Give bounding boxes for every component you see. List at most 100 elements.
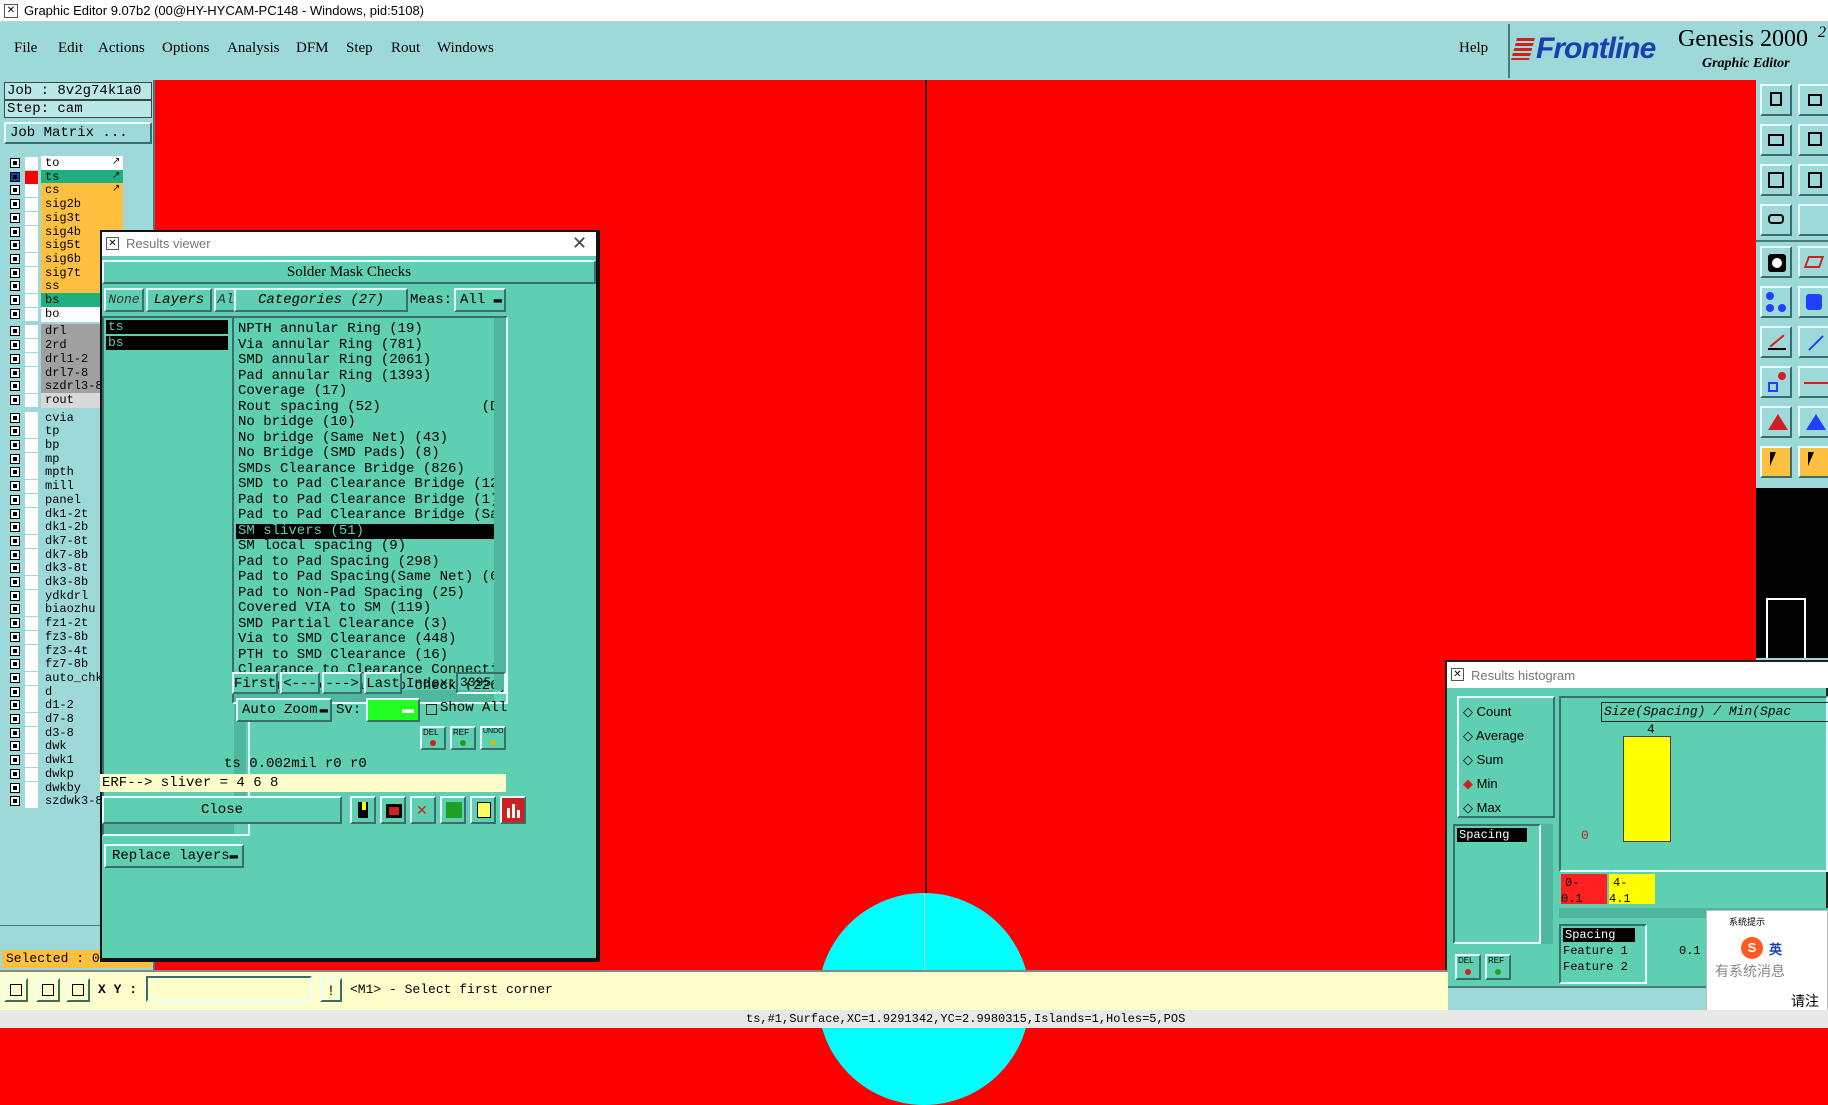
last-button[interactable]: Last [364,672,402,694]
layer-checkbox[interactable] [10,267,20,278]
zoom-home-icon[interactable] [1798,164,1828,196]
layer-checkbox[interactable] [10,631,20,642]
mode-count-radio[interactable]: ◇ Count [1463,704,1511,720]
mode-sum-radio[interactable]: ◇ Sum [1463,752,1503,768]
layer-checkbox[interactable] [10,381,20,392]
menu-actions[interactable]: Actions [98,40,145,57]
layer-checkbox[interactable] [10,394,20,405]
layers-button[interactable]: Layers [146,288,212,312]
layer-checkbox[interactable] [10,755,20,766]
feature-list-item[interactable]: Feature 2 [1563,960,1628,974]
layer-checkbox[interactable] [10,326,20,337]
layer-checkbox[interactable] [10,158,20,168]
menu-step[interactable]: Step [346,40,373,57]
pointer-alt-icon[interactable] [1798,446,1828,478]
layer-checkbox[interactable] [10,185,20,196]
layer-checkbox[interactable] [10,741,20,752]
index-input[interactable]: 3395 [456,672,506,694]
layer-list-item[interactable]: bs [106,336,228,350]
mode-min-radio[interactable]: ◆ Min [1463,776,1498,792]
ref-button[interactable]: REF [450,726,476,750]
category-item[interactable]: SMD annular Ring (2061) [236,352,494,369]
histogram-bin-0[interactable]: 0- 0.1 [1561,874,1607,906]
layer-checkbox[interactable] [10,253,20,264]
net-icon[interactable] [1760,286,1792,318]
layer-checkbox[interactable] [10,481,20,492]
prev-button[interactable]: <--- [280,672,320,694]
dash-icon[interactable] [1798,366,1828,398]
menu-windows[interactable]: Windows [437,40,494,57]
tool-green-icon[interactable] [440,796,466,824]
layer-checkbox[interactable] [10,467,20,478]
export-icon[interactable] [1760,84,1792,116]
tool-select-icon[interactable] [4,978,28,1002]
layer-checkbox[interactable] [10,577,20,587]
sv-color-select[interactable]: ▬ [366,698,420,722]
layer-checkbox[interactable] [10,440,20,450]
layer-checkbox[interactable] [10,171,20,182]
tool-measure-icon[interactable] [36,978,60,1002]
window-icon[interactable] [1798,84,1828,116]
layer-checkbox[interactable] [10,212,20,223]
meas-select[interactable]: All ▬ [454,288,506,312]
menu-rout[interactable]: Rout [391,40,420,57]
layer-checkbox[interactable] [10,563,20,574]
layer-checkbox[interactable] [10,308,20,319]
next-button[interactable]: ---> [322,672,362,694]
category-item[interactable]: Pad to Pad Spacing(Same Net) (64) [236,569,506,586]
menu-options[interactable]: Options [162,40,210,57]
none-button[interactable]: None [104,288,144,312]
feature-list-item[interactable]: Feature 1 [1563,944,1628,958]
menu-file[interactable]: File [14,40,37,57]
layers-stack-icon[interactable] [1760,204,1792,236]
category-item[interactable]: Via annular Ring (781) [236,337,494,354]
xy-input[interactable] [146,976,312,1002]
layer-checkbox[interactable] [10,412,20,423]
layer-checkbox[interactable] [10,618,20,629]
layer-checkbox[interactable] [10,604,20,615]
category-item[interactable]: Pad to Non-Pad Spacing (25) [236,585,494,602]
layer-checkbox[interactable] [10,199,20,210]
category-item[interactable]: Rout spacing (52) (D:110) [236,399,506,416]
feature-list-item[interactable]: Spacing [1563,928,1635,942]
layer-checkbox[interactable] [10,659,20,670]
tool-report-icon[interactable] [470,796,496,824]
layer-checkbox[interactable] [10,226,20,237]
category-item[interactable]: SMDs Clearance Bridge (826) [236,461,494,478]
layer-checkbox[interactable] [10,340,20,351]
menu-analysis[interactable]: Analysis [227,40,280,57]
category-item[interactable]: SM slivers (51) [236,523,494,539]
layer-checkbox[interactable] [10,714,20,724]
info-icon[interactable]: ! [320,978,342,1002]
tool-grid-icon[interactable] [66,978,90,1002]
select-box-icon[interactable] [1760,246,1792,278]
tool-red-icon[interactable] [380,796,406,824]
category-item[interactable]: Pad to Pad Spacing (298) [236,554,494,571]
category-item[interactable]: Pad to Pad Clearance Bridge (1) [236,492,498,509]
layer-checkbox[interactable] [10,549,20,560]
polygon-icon[interactable] [1798,246,1828,278]
menu-edit[interactable]: Edit [58,40,83,57]
category-item[interactable]: Coverage (17) [236,383,494,400]
histogram-tag-scrollbar[interactable] [1541,824,1553,944]
tool-delete-icon[interactable]: ✕ [410,796,436,824]
angle-icon[interactable] [1798,406,1828,438]
layer-checkbox[interactable] [10,522,20,533]
auto-zoom-select[interactable]: Auto Zoom ▬ [236,698,332,722]
category-item[interactable]: SMD to Pad Clearance Bridge (127) [236,476,506,493]
cross-icon[interactable] [1798,286,1828,318]
category-item[interactable]: PTH to SMD Clearance (16) [236,647,494,664]
category-item[interactable]: SMD Partial Clearance (3) [236,616,494,633]
zoom-window-icon[interactable] [1798,124,1828,156]
pointer-icon[interactable] [1760,446,1792,478]
layer-checkbox[interactable] [10,700,20,711]
layer-checkbox[interactable] [10,768,20,779]
layer-checkbox[interactable] [10,426,20,437]
categories-button[interactable]: Categories (27) [234,288,408,312]
layer-checkbox[interactable] [10,686,20,697]
grid-icon[interactable] [1798,204,1828,236]
snap-icon[interactable] [1760,366,1792,398]
layer-checkbox[interactable] [10,367,20,378]
category-item[interactable]: Pad annular Ring (1393) [236,368,494,385]
layer-checkbox[interactable] [10,508,20,519]
